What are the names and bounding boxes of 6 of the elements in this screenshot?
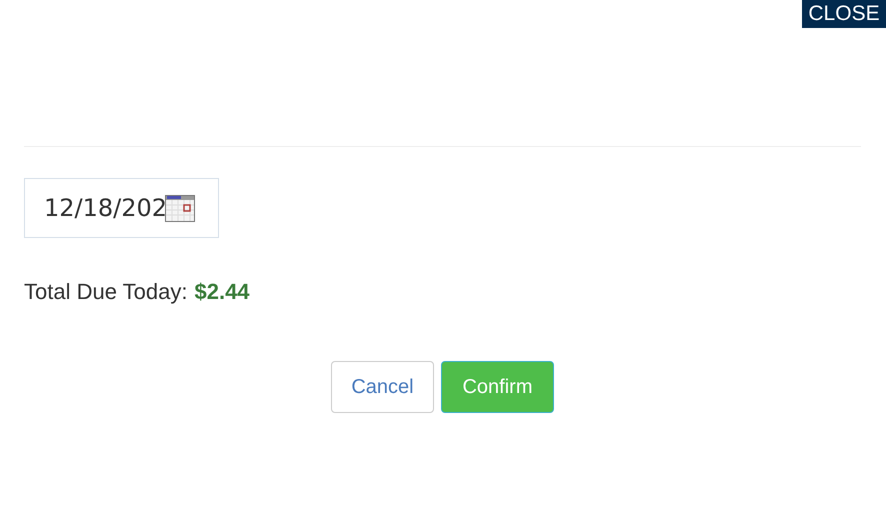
total-amount: $2.44 [194, 278, 250, 306]
total-label: Total Due Today: [24, 278, 188, 306]
cancel-button[interactable]: Cancel [331, 361, 434, 413]
close-button[interactable]: CLOSE [802, 0, 886, 28]
date-field[interactable]: 12/18/202 [24, 178, 219, 238]
calendar-icon[interactable] [165, 194, 196, 222]
